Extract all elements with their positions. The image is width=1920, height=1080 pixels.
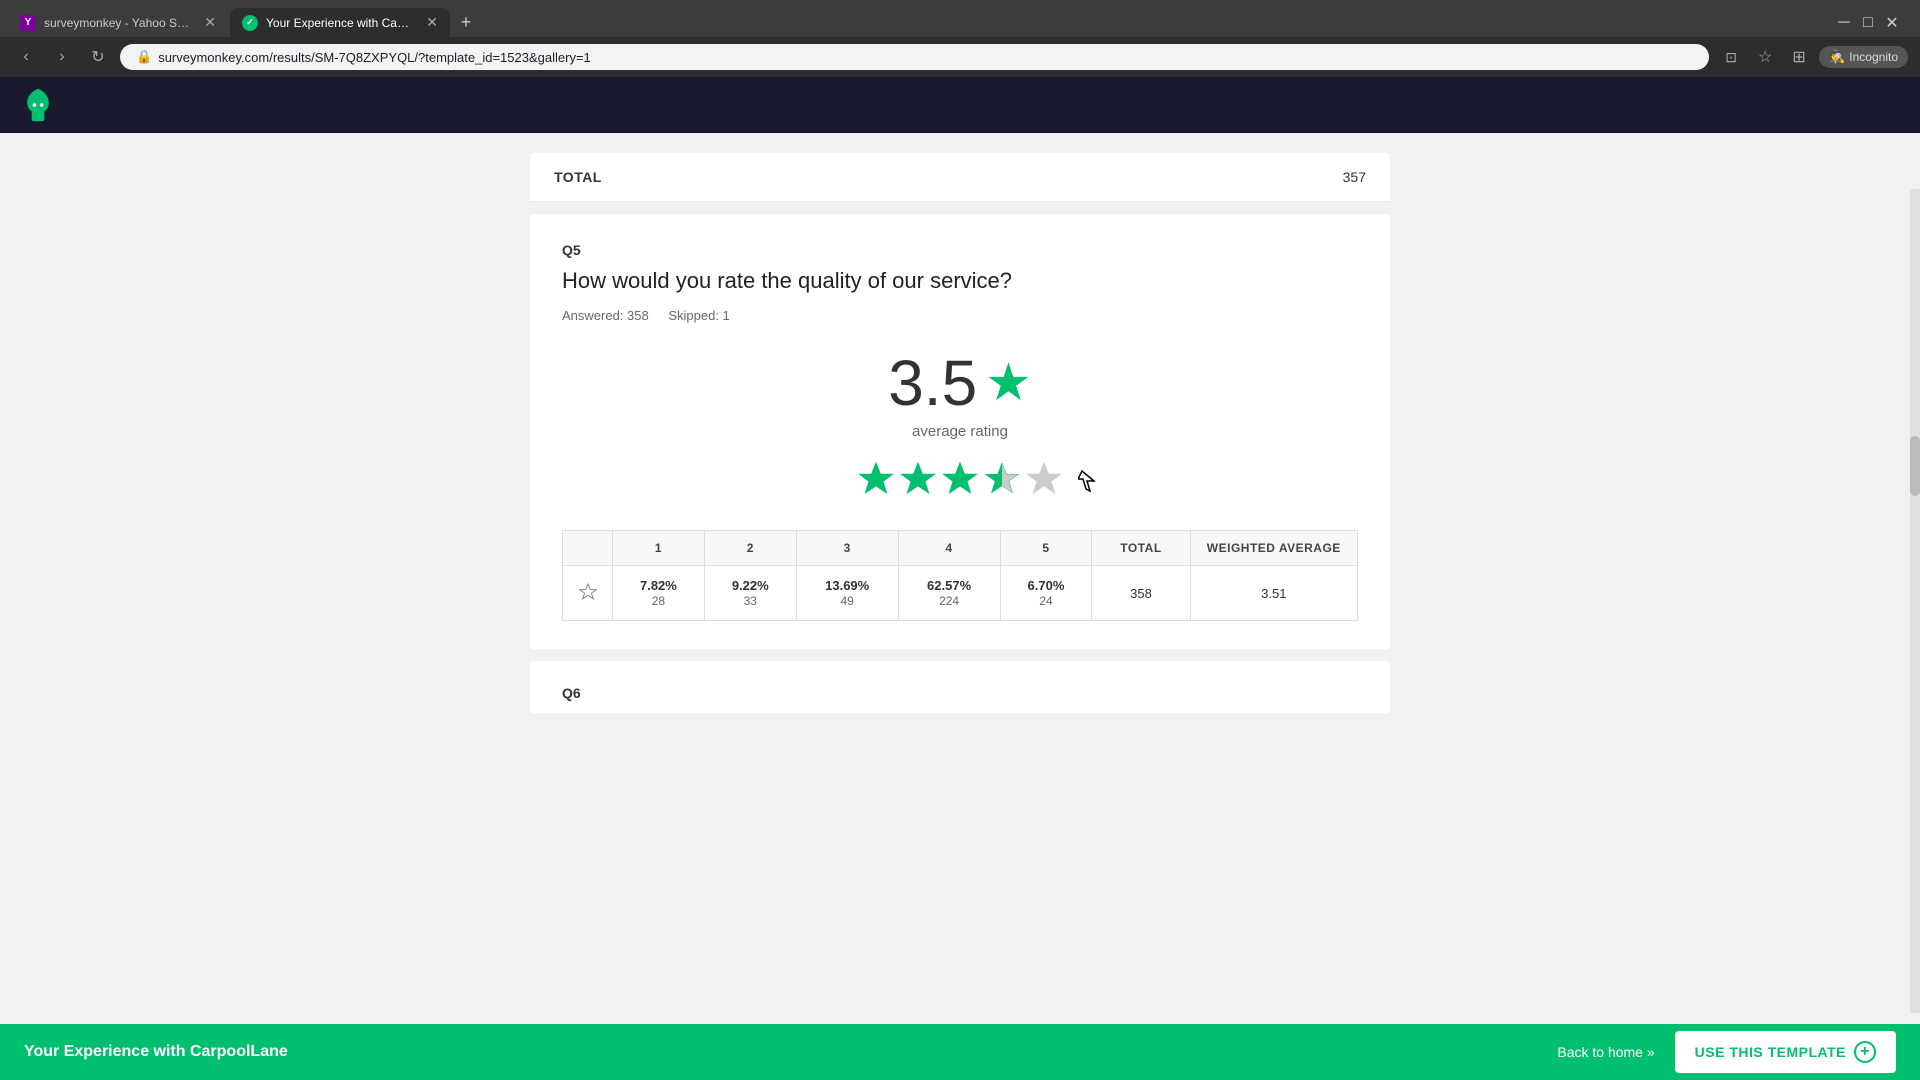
sm-logo-icon	[20, 87, 56, 123]
lock-icon: 🔒	[136, 49, 152, 65]
tab-bar: Y surveymonkey - Yahoo Search ... ✕ ✓ Yo…	[0, 0, 1920, 37]
th-total: TOTAL	[1092, 531, 1190, 566]
bottom-bar: Your Experience with CarpoolLane Back to…	[0, 1024, 1920, 1080]
toolbar-icons: ⊡ ☆ ⊞ 🕵 Incognito	[1717, 43, 1908, 71]
rating-star-icon: ★	[985, 357, 1032, 409]
sm-header	[0, 77, 1920, 133]
rating-display: 3.5 ★ average rating	[562, 351, 1358, 440]
star-2	[899, 460, 937, 498]
back-home-button[interactable]: Back to home »	[1537, 1034, 1674, 1070]
back-button[interactable]: ‹	[12, 43, 40, 71]
cnt-2: 33	[744, 594, 757, 608]
question-card-q5: Q5 How would you rate the quality of our…	[530, 214, 1390, 649]
bottom-bar-actions: Back to home » USE THIS TEMPLATE +	[1537, 1031, 1896, 1073]
rating-number-row: 3.5 ★	[888, 351, 1032, 415]
use-template-button[interactable]: USE THIS TEMPLATE +	[1675, 1031, 1896, 1073]
star-1	[857, 460, 895, 498]
rating-label: average rating	[562, 423, 1358, 440]
th-2: 2	[704, 531, 796, 566]
bottom-bar-title: Your Experience with CarpoolLane	[24, 1043, 288, 1061]
address-bar-row: ‹ › ↻ 🔒 surveymonkey.com/results/SM-7Q8Z…	[0, 37, 1920, 77]
pct-2: 9.22%	[719, 578, 782, 593]
incognito-icon: 🕵	[1829, 49, 1845, 65]
tab-surveymonkey[interactable]: ✓ Your Experience with Carpool... ✕	[230, 8, 450, 37]
scrollbar-track[interactable]	[1910, 189, 1920, 1013]
th-5: 5	[1000, 531, 1092, 566]
tab-sm-close[interactable]: ✕	[426, 14, 438, 31]
th-1: 1	[613, 531, 705, 566]
yahoo-favicon: Y	[20, 15, 36, 31]
browser-window: Y surveymonkey - Yahoo Search ... ✕ ✓ Yo…	[0, 0, 1920, 77]
tab-yahoo-close[interactable]: ✕	[204, 14, 216, 31]
incognito-label: Incognito	[1849, 50, 1898, 64]
th-icon	[563, 531, 613, 566]
td-1: 7.82% 28	[613, 566, 705, 621]
pct-3: 13.69%	[811, 578, 884, 593]
q5-meta: Answered: 358 Skipped: 1	[562, 308, 1358, 323]
td-4: 62.57% 224	[898, 566, 1000, 621]
td-2: 9.22% 33	[704, 566, 796, 621]
address-bar[interactable]: 🔒 surveymonkey.com/results/SM-7Q8ZXPYQL/…	[120, 44, 1709, 70]
forward-button[interactable]: ›	[48, 43, 76, 71]
td-weighted-avg: 3.51	[1190, 566, 1357, 621]
star-4	[983, 460, 1021, 498]
cnt-1: 28	[652, 594, 665, 608]
star-row	[562, 460, 1358, 498]
q6-number: Q6	[562, 685, 1358, 701]
tab-sm-label: Your Experience with Carpool...	[266, 16, 412, 30]
reload-button[interactable]: ↻	[84, 43, 112, 71]
page-content: TOTAL 357 Q5 How would you rate the qual…	[0, 77, 1920, 1069]
q5-skipped: Skipped: 1	[668, 308, 729, 323]
close-button[interactable]: ✕	[1884, 15, 1900, 31]
pct-5: 6.70%	[1015, 578, 1078, 593]
cast-icon[interactable]: ⊡	[1717, 43, 1745, 71]
cnt-4: 224	[939, 594, 959, 608]
total-row: TOTAL 357	[530, 153, 1390, 202]
cnt-3: 49	[841, 594, 854, 608]
total-label: TOTAL	[554, 169, 602, 185]
pct-1: 7.82%	[627, 578, 690, 593]
q5-number: Q5	[562, 242, 1358, 258]
cnt-5: 24	[1039, 594, 1052, 608]
q5-text: How would you rate the quality of our se…	[562, 268, 1358, 294]
incognito-badge[interactable]: 🕵 Incognito	[1819, 46, 1908, 68]
bookmark-icon[interactable]: ☆	[1751, 43, 1779, 71]
pct-4: 62.57%	[913, 578, 986, 593]
window-controls: ─ □ ✕	[1824, 15, 1912, 31]
rating-table: 1 2 3 4 5 TOTAL WEIGHTED AVERAGE	[562, 530, 1358, 621]
star-3	[941, 460, 979, 498]
q5-answered: Answered: 358	[562, 308, 649, 323]
td-3: 13.69% 49	[796, 566, 898, 621]
question-card-q6-partial: Q6	[530, 661, 1390, 713]
table-row: 7.82% 28 9.22% 33 13.69% 49	[563, 566, 1358, 621]
td-5: 6.70% 24	[1000, 566, 1092, 621]
minimize-button[interactable]: ─	[1836, 15, 1852, 31]
tab-yahoo[interactable]: Y surveymonkey - Yahoo Search ... ✕	[8, 8, 228, 37]
td-total: 358	[1092, 566, 1190, 621]
total-value: 357	[1343, 169, 1366, 185]
use-template-plus-icon: +	[1854, 1041, 1876, 1063]
use-template-label: USE THIS TEMPLATE	[1695, 1044, 1846, 1060]
sm-logo	[20, 87, 56, 123]
sm-favicon: ✓	[242, 15, 258, 31]
tab-yahoo-label: surveymonkey - Yahoo Search ...	[44, 16, 190, 30]
star-5	[1025, 460, 1063, 498]
profile-icon[interactable]: ⊞	[1785, 43, 1813, 71]
th-3: 3	[796, 531, 898, 566]
th-4: 4	[898, 531, 1000, 566]
total-card: TOTAL 357	[530, 153, 1390, 202]
maximize-button[interactable]: □	[1860, 15, 1876, 31]
td-star-icon	[563, 566, 613, 621]
url-text: surveymonkey.com/results/SM-7Q8ZXPYQL/?t…	[158, 50, 591, 65]
rating-value: 3.5	[888, 351, 977, 415]
th-weighted: WEIGHTED AVERAGE	[1190, 531, 1357, 566]
scrollbar-thumb[interactable]	[1910, 436, 1920, 496]
new-tab-button[interactable]: +	[452, 9, 480, 37]
